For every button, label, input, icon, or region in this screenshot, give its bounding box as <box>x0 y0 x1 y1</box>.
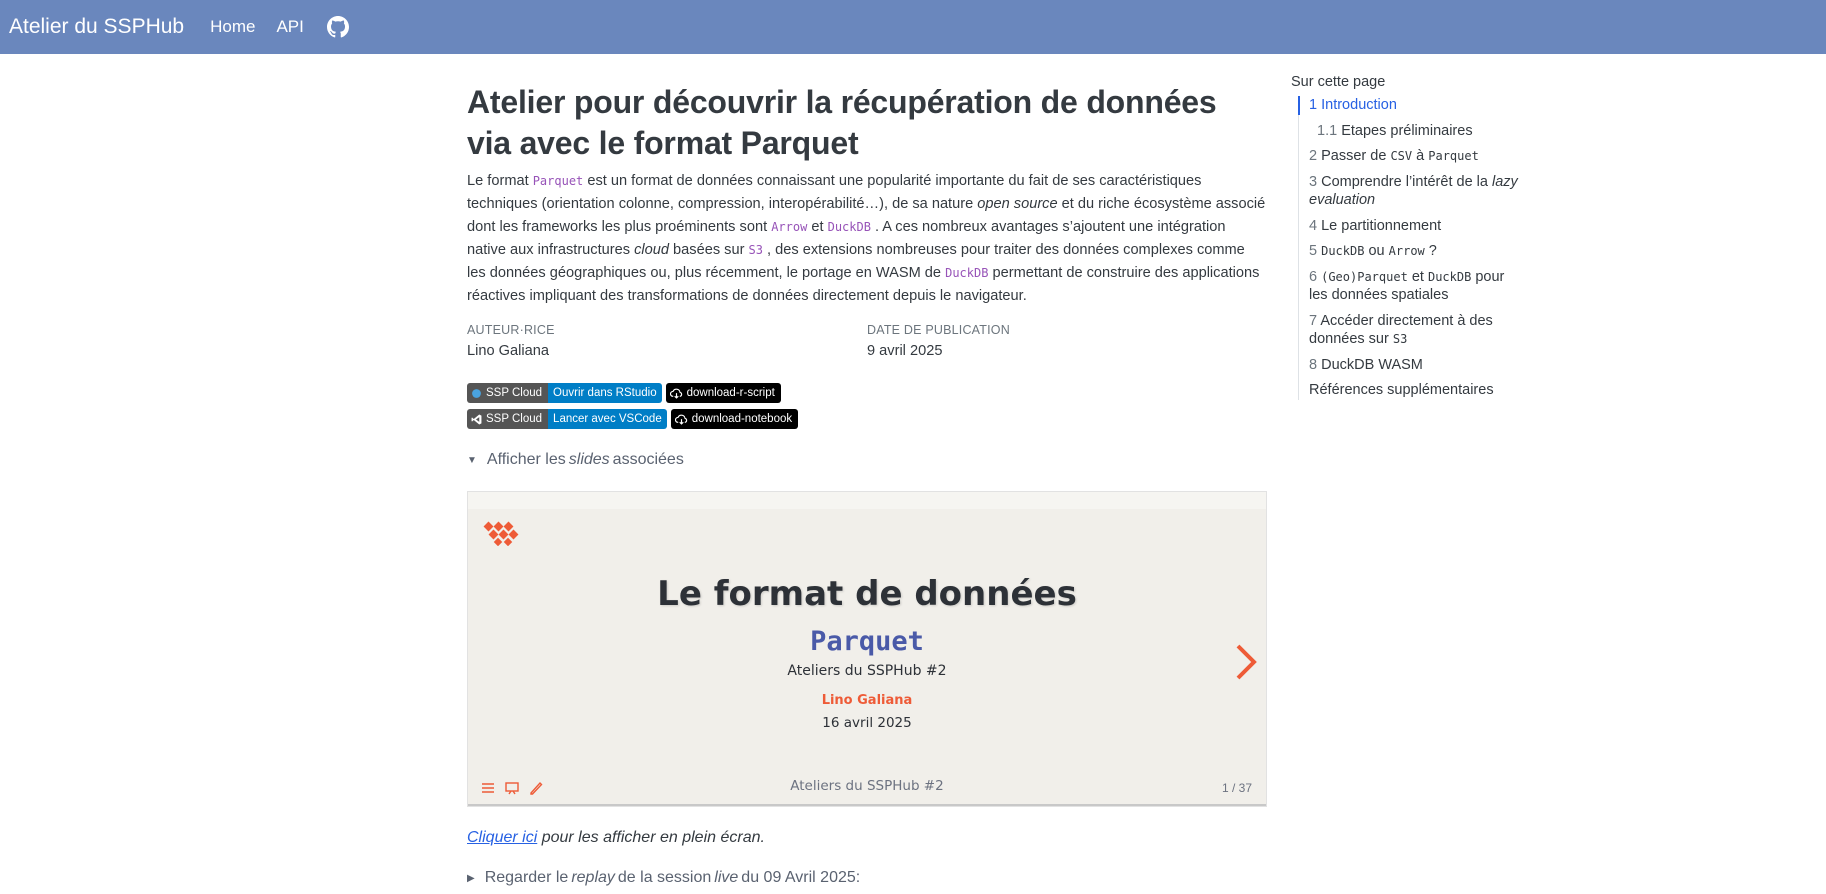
slide-footer: Ateliers du SSPHub #2 <box>790 778 944 794</box>
author-label: Auteur·rice <box>467 323 555 337</box>
slide-title: Le format de données <box>657 574 1077 614</box>
navbar: Atelier du SSPHub Home API <box>0 0 1826 54</box>
toc-item-partitionnement[interactable]: 4 Le partitionnement <box>1309 217 1521 236</box>
slide-author: Lino Galiana <box>821 693 913 708</box>
toc-item-duckdb-wasm[interactable]: 8 DuckDB WASM <box>1309 356 1521 375</box>
triangle-down-icon: ▼ <box>467 454 477 466</box>
slide-event: Ateliers du SSPHub #2 <box>787 663 947 679</box>
rstudio-badge[interactable]: SSP Cloud Ouvrir dans RStudio <box>467 383 662 403</box>
brand-link[interactable]: Atelier du SSPHub <box>9 15 184 39</box>
toc-item-introduction[interactable]: 1 Introduction <box>1298 96 1521 115</box>
ssp-cloud-icon <box>472 388 481 398</box>
page-title: Atelier pour découvrir la récupération d… <box>467 84 1217 161</box>
download-r-script-badge[interactable]: download-r-script <box>665 383 781 403</box>
slides-toggle[interactable]: ▼ Afficher les slides associées <box>467 451 1267 469</box>
toc-title: Sur cette page <box>1291 74 1386 90</box>
triangle-right-icon: ▶ <box>467 872 475 884</box>
vscode-icon <box>471 414 482 424</box>
intro-paragraph: Le format Parquet est un format de donné… <box>467 173 1266 304</box>
next-slide-arrow-icon[interactable] <box>1232 642 1260 682</box>
slide-embed[interactable]: Le format de données Parquet Ateliers du… <box>467 491 1267 807</box>
meta-block: Auteur·rice Lino Galiana Date de publica… <box>467 323 1267 359</box>
toc-item-geoparquet[interactable]: 6 (Geo)Parquet et DuckDB pour les donnée… <box>1309 268 1521 305</box>
slide-subtitle: Parquet <box>810 626 924 657</box>
toc-item-duckdb-arrow[interactable]: 5 DuckDB ou Arrow ? <box>1309 242 1521 261</box>
date-label: Date de publication <box>867 323 1010 337</box>
main-content: Atelier pour découvrir la récupération d… <box>467 82 1267 887</box>
fullscreen-text: Cliquer ici pour les afficher en plein é… <box>467 829 765 846</box>
cloud-download-icon <box>674 414 687 425</box>
badges: SSP Cloud Ouvrir dans RStudio download-r… <box>467 383 1267 429</box>
logo-icon <box>483 521 519 546</box>
table-of-contents: Sur cette page 1 Introduction 1.1 Etapes… <box>1291 74 1521 407</box>
author-name: Lino Galiana <box>467 343 549 359</box>
slide-number: 1 / 37 <box>1221 781 1252 795</box>
nav-link-api[interactable]: API <box>276 17 303 37</box>
publish-date: 9 avril 2025 <box>867 343 943 359</box>
nav-link-home[interactable]: Home <box>210 17 255 37</box>
toc-item-references[interactable]: Références supplémentaires <box>1309 381 1521 400</box>
toc-item-s3[interactable]: 7 Accéder directement à des données sur … <box>1309 312 1521 349</box>
toc-item-etapes[interactable]: 1.1 Etapes préliminaires <box>1309 122 1521 141</box>
replay-toggle[interactable]: ▶ Regarder le replay de la session live … <box>467 869 1267 887</box>
github-icon[interactable] <box>326 16 349 38</box>
toc-item-lazy-evaluation[interactable]: 3 Comprendre l’intérêt de la lazy evalua… <box>1309 173 1521 210</box>
toc-item-csv-parquet[interactable]: 2 Passer de CSV à Parquet <box>1309 147 1521 166</box>
vscode-badge[interactable]: SSP Cloud Lancer avec VSCode <box>467 409 667 429</box>
download-notebook-badge[interactable]: download-notebook <box>670 409 799 429</box>
fullscreen-link[interactable]: Cliquer ici <box>467 829 537 846</box>
cloud-download-icon <box>669 388 682 399</box>
slide-date: 16 avril 2025 <box>822 715 912 731</box>
